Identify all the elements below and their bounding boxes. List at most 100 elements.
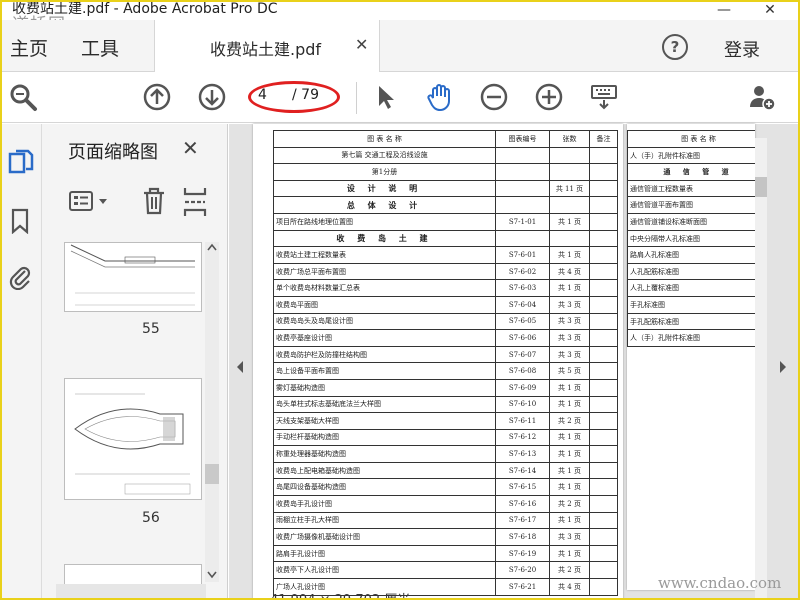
- table-row: 收费岛上配电箱基础构造图 S7-6-14 共 1 页: [273, 461, 618, 480]
- zoom-out-icon[interactable]: [479, 82, 509, 112]
- row-count-cell: 共 3 页: [549, 295, 590, 314]
- row-code-cell: S7-6-05: [495, 312, 550, 331]
- attachment-icon[interactable]: [8, 262, 32, 290]
- row-code-cell: S7-1-01: [495, 212, 550, 231]
- table-row: 总 体 设 计: [273, 196, 618, 214]
- right-list-item: 中央分隔带人孔标准图: [628, 231, 755, 248]
- thumbnail-options-icon[interactable]: [68, 190, 112, 214]
- document-scrollbar[interactable]: [755, 138, 767, 598]
- row-note-cell: [589, 528, 618, 546]
- toolbar-divider: [356, 82, 357, 114]
- table-row: 岛上设备平面布置图 S7-6-08 共 5 页: [273, 362, 618, 380]
- keyboard-tool-icon[interactable]: [589, 82, 619, 112]
- row-count-cell: 共 2 页: [549, 495, 590, 513]
- thumbnails-panel: 页面缩略图 ✕ 55 56: [42, 124, 228, 598]
- row-code-cell: [495, 146, 550, 165]
- row-note-cell: [589, 378, 618, 397]
- page-thumbnail-56[interactable]: [64, 378, 202, 500]
- thumbnail-drawing-55: [70, 244, 195, 306]
- search-zoom-icon[interactable]: [8, 82, 38, 112]
- row-name-cell: 项目所在路线地理位置图: [273, 212, 496, 231]
- row-note-cell: [589, 395, 618, 414]
- thumbnail-scrollbar-thumb[interactable]: [205, 464, 219, 484]
- header-cell: 张数: [549, 130, 590, 148]
- right-list-item: 手孔配筋标准图: [628, 314, 755, 331]
- table-row: 收费岛平面图 S7-6-04 共 3 页: [273, 295, 618, 314]
- row-code-cell: [495, 229, 550, 248]
- close-panel-button[interactable]: ✕: [182, 136, 199, 160]
- row-code-cell: [495, 196, 550, 214]
- table-row: 收费站土建工程数量表 S7-6-01 共 1 页: [273, 246, 618, 264]
- row-name-cell: 天线支架基础大样图: [273, 412, 496, 430]
- row-count-cell: 共 1 页: [549, 279, 590, 297]
- close-window-button[interactable]: ✕: [754, 2, 786, 20]
- page-thumbnails-icon[interactable]: [8, 148, 34, 176]
- row-name-cell: 设 计 说 明: [273, 179, 496, 198]
- document-tab[interactable]: 收费站土建.pdf ✕: [154, 20, 380, 72]
- row-note-cell: [589, 345, 618, 364]
- row-count-cell: 共 4 页: [549, 262, 590, 281]
- help-icon[interactable]: ?: [662, 34, 688, 60]
- row-code-cell: S7-6-11: [495, 412, 550, 430]
- login-button[interactable]: 登录: [724, 36, 760, 62]
- page-thumbnail-55[interactable]: [64, 242, 202, 312]
- right-list-item: 通信管道工程数量表: [628, 181, 755, 198]
- drawing-index-table: 图 表 名 称 图表编号 张数 备注 第七篇 交通工程及沿线设施 第1分册设 计 …: [273, 130, 618, 596]
- scroll-up-icon[interactable]: [206, 242, 218, 252]
- row-count-cell: 共 1 页: [549, 395, 590, 414]
- row-count-cell: 共 2 页: [549, 412, 590, 430]
- page-down-icon[interactable]: [197, 82, 227, 112]
- row-count-cell: 共 4 页: [549, 578, 590, 596]
- right-list-item: 通 信 管 道: [628, 164, 755, 181]
- home-tab[interactable]: 主页: [10, 34, 48, 61]
- thumbnail-scrollbar[interactable]: [205, 242, 219, 582]
- left-nav-rail: [2, 124, 42, 598]
- row-count-cell: 共 3 页: [549, 312, 590, 331]
- row-name-cell: 收费岛上配电箱基础构造图: [273, 461, 496, 480]
- row-note-cell: [589, 362, 618, 380]
- row-count-cell: 共 5 页: [549, 362, 590, 380]
- minimize-button[interactable]: —: [708, 2, 740, 20]
- page-up-icon[interactable]: [142, 82, 172, 112]
- table-row: 收费亭下人孔设计图 S7-6-20 共 2 页: [273, 561, 618, 580]
- row-code-cell: S7-6-19: [495, 544, 550, 563]
- row-note-cell: [589, 312, 618, 331]
- table-row: 岛头单柱式标志基础底法兰大样图 S7-6-10 共 1 页: [273, 395, 618, 414]
- select-pointer-icon[interactable]: [370, 82, 400, 112]
- collapse-left-icon[interactable]: [235, 360, 245, 374]
- row-name-cell: 总 体 设 计: [273, 196, 496, 214]
- row-count-cell: [549, 163, 590, 181]
- collapse-right-icon[interactable]: [778, 360, 788, 374]
- row-name-cell: 第七篇 交通工程及沿线设施: [273, 146, 496, 165]
- tab-bar: 主页 工具 收费站土建.pdf ✕ ? 登录: [2, 20, 798, 72]
- hand-tool-icon[interactable]: [425, 82, 455, 112]
- panel-title: 页面缩略图: [68, 142, 158, 163]
- delete-page-icon[interactable]: [140, 186, 168, 216]
- row-count-cell: 共 1 页: [549, 478, 590, 497]
- scroll-down-icon[interactable]: [206, 570, 218, 580]
- right-list-item: 通信管道平面布置图: [628, 197, 755, 214]
- page-size-readout: 41.994 × 29.702 厘米: [270, 589, 410, 598]
- table-header-row: 图 表 名 称 图表编号 张数 备注: [273, 130, 618, 148]
- row-note-cell: [589, 478, 618, 497]
- insert-page-icon[interactable]: [182, 186, 210, 218]
- thumbnail-hscrollbar[interactable]: [56, 584, 206, 598]
- row-count-cell: 共 1 页: [549, 246, 590, 264]
- row-code-cell: S7-6-09: [495, 378, 550, 397]
- close-tab-button[interactable]: ✕: [355, 35, 368, 54]
- share-user-icon[interactable]: [747, 82, 777, 112]
- zoom-in-icon[interactable]: [534, 82, 564, 112]
- row-code-cell: S7-6-21: [495, 578, 550, 596]
- row-note-cell: [589, 578, 618, 596]
- row-code-cell: S7-6-01: [495, 246, 550, 264]
- row-count-cell: 共 1 页: [549, 461, 590, 480]
- row-code-cell: S7-6-03: [495, 279, 550, 297]
- document-scrollbar-thumb[interactable]: [755, 177, 767, 197]
- thumbnail-drawing-56: [74, 393, 191, 495]
- table-row: 收费岛手孔设计图 S7-6-16 共 2 页: [273, 495, 618, 513]
- table-row: 收费岛防护栏及防撞柱结构图 S7-6-07 共 3 页: [273, 345, 618, 364]
- table-row: 单个收费岛材料数量汇总表 S7-6-03 共 1 页: [273, 279, 618, 297]
- bookmark-icon[interactable]: [10, 208, 30, 234]
- row-name-cell: 收 费 岛 土 建: [273, 229, 496, 248]
- tools-tab[interactable]: 工具: [81, 34, 119, 61]
